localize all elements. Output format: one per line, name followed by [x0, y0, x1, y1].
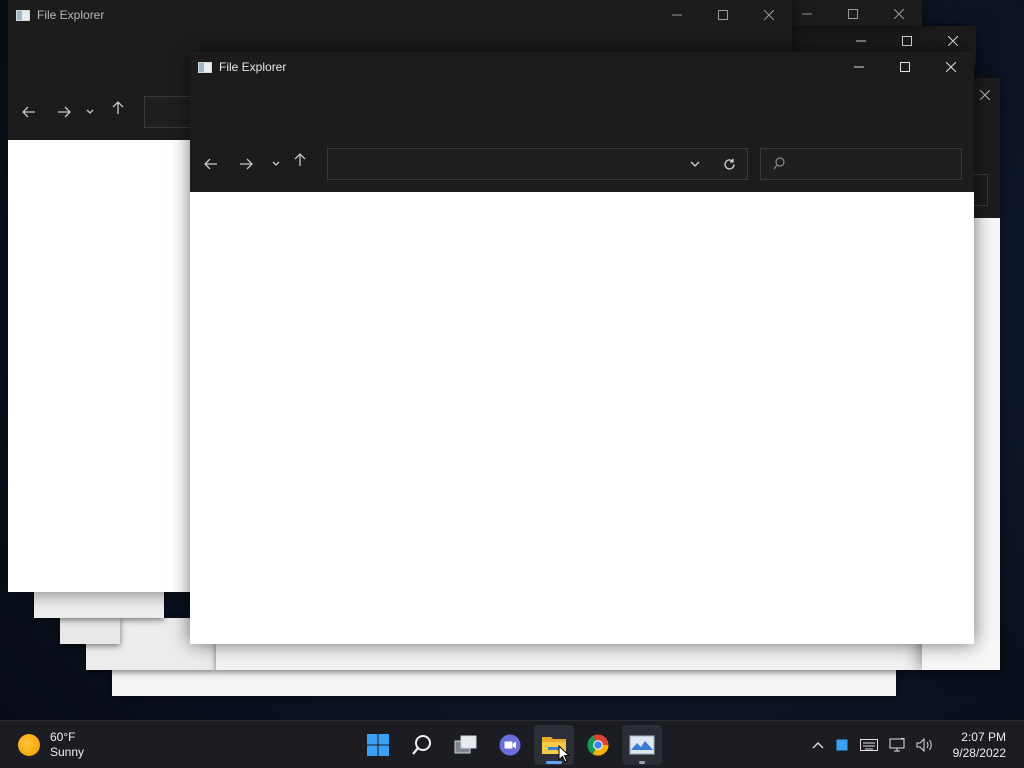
windows-logo-icon: [367, 734, 389, 756]
search-icon: [773, 157, 785, 175]
desktop: File Explorer File Explorer: [0, 0, 1024, 720]
app-button[interactable]: [622, 725, 662, 765]
search-input[interactable]: [793, 153, 953, 177]
file-explorer-app-icon: [198, 61, 212, 73]
taskbar-apps: [358, 725, 666, 765]
window-ghost: [60, 616, 120, 644]
chevron-down-icon: [86, 109, 94, 114]
chevron-up-icon: [812, 742, 824, 749]
minimize-icon: [856, 40, 866, 42]
minimize-icon: [802, 13, 812, 15]
close-button[interactable]: [876, 0, 922, 26]
image-viewer-icon: [629, 735, 655, 755]
close-button[interactable]: [746, 0, 792, 30]
refresh-icon: [723, 158, 735, 170]
arrow-left-icon: [22, 106, 35, 118]
maximize-button[interactable]: [882, 52, 928, 82]
minimize-icon: [854, 66, 864, 68]
chevron-down-icon: [690, 161, 700, 167]
address-input[interactable]: [334, 153, 687, 177]
chrome-icon: [587, 734, 609, 756]
chat-icon: [499, 734, 521, 756]
back-button[interactable]: [197, 150, 225, 178]
notification-tray-button[interactable]: [830, 729, 854, 761]
network-icon: [889, 738, 905, 752]
window-title: File Explorer: [37, 8, 105, 22]
arrow-right-icon: [58, 106, 71, 118]
weather-condition: Sunny: [50, 745, 85, 759]
window-content: [190, 192, 974, 644]
volume-button[interactable]: [912, 729, 938, 761]
close-icon: [764, 10, 774, 20]
recent-locations-button[interactable]: [81, 98, 99, 126]
navigation-bar: [190, 138, 974, 190]
minimize-button[interactable]: [836, 52, 882, 82]
refresh-button[interactable]: [715, 149, 743, 179]
caption-buttons: [654, 0, 792, 30]
maximize-icon: [718, 10, 728, 20]
clock[interactable]: 2:07 PM 9/28/2022: [953, 729, 1006, 761]
active-indicator: [546, 761, 562, 764]
search-icon: [412, 735, 431, 755]
close-icon: [980, 90, 990, 100]
chat-button[interactable]: [490, 725, 530, 765]
caption-buttons: [836, 52, 974, 82]
network-button[interactable]: [884, 729, 912, 761]
window-title: File Explorer: [219, 60, 287, 74]
minimize-icon: [672, 14, 682, 16]
search-button[interactable]: [402, 725, 442, 765]
address-dropdown-button[interactable]: [681, 149, 709, 179]
close-icon: [948, 36, 958, 46]
maximize-icon: [902, 36, 912, 46]
file-explorer-taskbar-button[interactable]: [534, 725, 574, 765]
keyboard-icon: [860, 739, 878, 751]
arrow-right-icon: [240, 158, 253, 170]
clock-time: 2:07 PM: [961, 730, 1006, 744]
weather-widget[interactable]: 60°F Sunny: [18, 729, 84, 761]
search-box[interactable]: [760, 148, 962, 180]
task-view-icon: [454, 735, 477, 754]
weather-temperature: 60°F: [50, 730, 76, 744]
back-button[interactable]: [15, 98, 43, 126]
arrow-up-icon: [112, 101, 124, 114]
start-button[interactable]: [358, 725, 398, 765]
recent-locations-button[interactable]: [267, 150, 285, 178]
caption-buttons: [784, 0, 922, 26]
notification-icon: [836, 739, 848, 751]
maximize-icon: [848, 9, 858, 19]
chevron-down-icon: [272, 161, 280, 166]
arrow-up-icon: [294, 153, 306, 166]
sun-icon: [18, 734, 40, 756]
clock-date: 9/28/2022: [952, 746, 1006, 760]
volume-icon: [916, 738, 932, 752]
taskbar: 60°F Sunny 2:07 PM 9/28/2022: [0, 720, 1024, 768]
window-ghost: [216, 640, 1000, 670]
file-explorer-app-icon: [16, 9, 30, 21]
system-tray: [806, 729, 938, 761]
title-bar[interactable]: File Explorer: [190, 52, 974, 82]
title-bar[interactable]: File Explorer: [8, 0, 792, 30]
chrome-button[interactable]: [578, 725, 618, 765]
close-icon: [894, 9, 904, 19]
up-button[interactable]: [286, 146, 314, 174]
maximize-icon: [900, 62, 910, 72]
minimize-button[interactable]: [654, 0, 700, 30]
maximize-button[interactable]: [830, 0, 876, 26]
arrow-left-icon: [204, 158, 217, 170]
close-icon: [946, 62, 956, 72]
keyboard-button[interactable]: [854, 729, 884, 761]
file-explorer-window-back-1[interactable]: [784, 0, 922, 26]
address-bar[interactable]: [327, 148, 748, 180]
weather-text: 60°F Sunny: [50, 730, 84, 760]
up-button[interactable]: [104, 94, 132, 122]
task-view-button[interactable]: [446, 725, 486, 765]
window-ghost: [34, 590, 164, 618]
maximize-button[interactable]: [700, 0, 746, 30]
close-button[interactable]: [928, 52, 974, 82]
show-hidden-icons-button[interactable]: [806, 729, 830, 761]
forward-button[interactable]: [50, 98, 78, 126]
file-explorer-window[interactable]: File Explorer: [190, 52, 974, 644]
running-indicator: [639, 761, 645, 764]
forward-button[interactable]: [232, 150, 260, 178]
